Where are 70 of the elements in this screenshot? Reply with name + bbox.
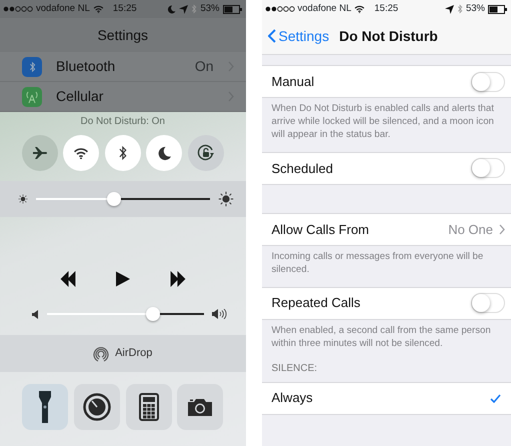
page-title: Do Not Disturb (339, 26, 438, 46)
carrier-name: vodafone NL (298, 2, 352, 16)
bluetooth-icon (191, 4, 198, 14)
section-header: SILENCE: (270, 362, 318, 376)
row-label[interactable]: Bluetooth (56, 56, 181, 77)
airdrop-icon (93, 346, 110, 362)
carrier-name: vodafone NL (36, 2, 90, 16)
clock: 15:25 (112, 2, 137, 16)
bluetooth-icon (456, 4, 463, 14)
signal-icon (3, 5, 33, 13)
flashlight-button[interactable] (22, 384, 68, 430)
volume-thumb[interactable] (146, 307, 160, 321)
flashlight-icon (39, 391, 51, 423)
setting-label: Scheduled (272, 160, 334, 178)
setting-label: Repeated Calls (272, 294, 362, 312)
chevron-icon (499, 224, 505, 235)
clock: 15:25 (374, 2, 398, 16)
bluetooth-glyph (28, 60, 36, 72)
brightness-slider[interactable] (36, 191, 210, 207)
wifi-icon (354, 4, 366, 14)
calculator-icon (138, 393, 159, 421)
footer-note: When Do Not Disturb is enabled calls and alerts that arrive while locked will be silenced, and a moon icon will appear in the status bar. (270, 102, 495, 142)
volume-slider[interactable] (47, 306, 204, 322)
location-icon (179, 4, 188, 14)
toggle-switch[interactable] (471, 293, 505, 314)
setting-label: Manual (272, 72, 316, 91)
airplane-toggle[interactable] (22, 135, 58, 171)
timer-button[interactable] (74, 384, 120, 430)
row-value: On (194, 57, 214, 76)
back-link[interactable]: Settings (268, 26, 330, 46)
battery-icon (488, 4, 508, 14)
airdrop-button[interactable]: AirDrop (0, 335, 246, 372)
moon-toggle[interactable] (146, 135, 182, 171)
camera-icon (187, 397, 214, 417)
bluetooth-toggle[interactable] (104, 135, 141, 171)
camera-button[interactable] (177, 384, 224, 430)
battery-percent: 53% (200, 2, 220, 16)
location-icon (444, 4, 454, 14)
battery-percent: 53% (466, 2, 485, 16)
play-icon (116, 271, 130, 287)
wifi-icon (73, 146, 90, 160)
play-button[interactable] (116, 271, 130, 287)
wifi-icon (92, 4, 104, 14)
fast-forward-icon (168, 271, 188, 287)
back-chevron-icon (268, 29, 276, 43)
toggle-switch[interactable] (471, 72, 505, 92)
signal-icon (264, 5, 294, 13)
toggle-switch[interactable] (471, 158, 505, 178)
footer-note: Incoming calls or messages from everyone will be silenced. (270, 250, 484, 277)
calculator-button[interactable] (126, 384, 172, 430)
brightness-low-icon (18, 194, 28, 204)
moon-icon (167, 4, 176, 14)
speaker-high-icon (212, 309, 228, 319)
rotation-lock-icon (196, 144, 214, 162)
battery-icon (222, 4, 242, 14)
speaker-low-icon (32, 310, 39, 318)
moon-icon (156, 146, 172, 160)
wifi-toggle[interactable] (63, 135, 100, 171)
status-notice: Do Not Disturb: On (80, 115, 166, 129)
brightness-high-icon (218, 191, 234, 207)
bluetooth-icon (118, 145, 128, 161)
fast-forward-button[interactable] (168, 271, 188, 287)
footer-note: When enabled, a second call from the same person within three minutes will not be silenced. (270, 324, 492, 351)
nav-title: Settings (0, 18, 246, 52)
setting-value: No One (448, 220, 493, 239)
rotation-lock-toggle[interactable] (188, 135, 224, 171)
setting-label[interactable]: Allow Calls From (272, 220, 448, 240)
timer-icon (82, 393, 111, 421)
brightness-thumb[interactable] (107, 192, 122, 206)
airplane-icon (32, 146, 48, 160)
